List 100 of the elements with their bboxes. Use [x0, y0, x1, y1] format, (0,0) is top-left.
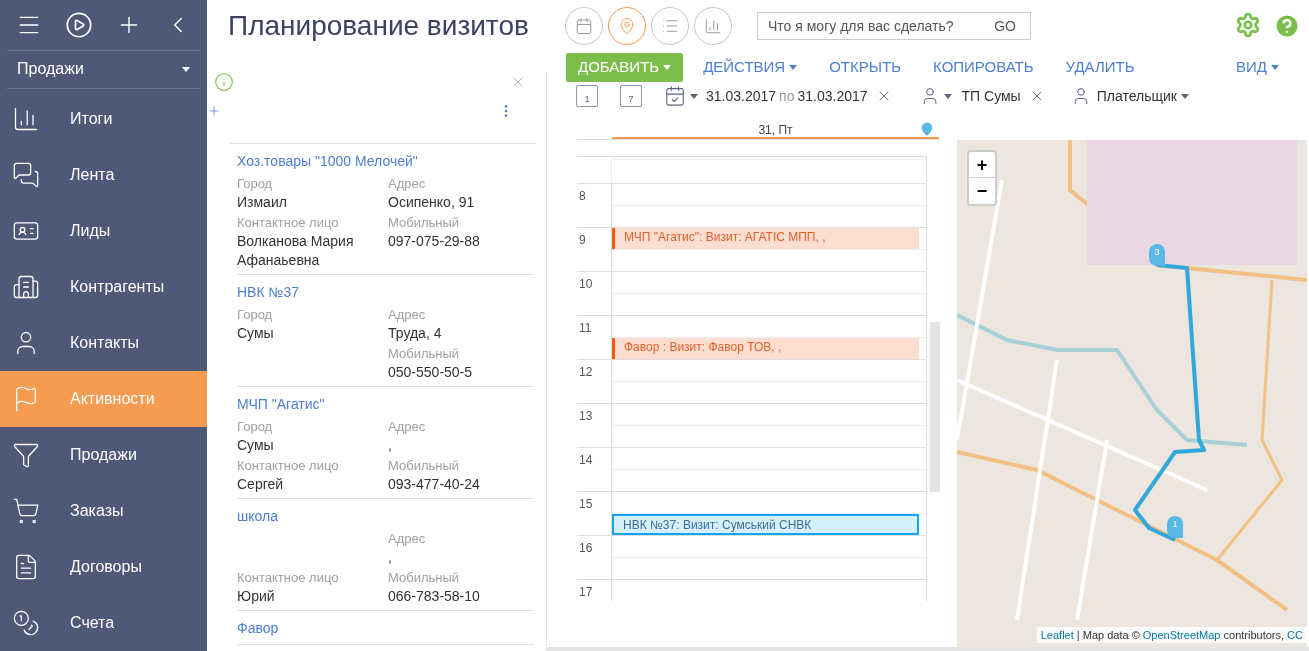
field-label: Адрес: [388, 418, 427, 436]
cart-icon: [12, 497, 40, 525]
account-link[interactable]: Хоз.товары "1000 Мелочей": [237, 150, 534, 172]
attribution-link[interactable]: OpenStreetMap: [1142, 628, 1221, 641]
view-menu[interactable]: ВИД: [1236, 55, 1279, 79]
field-label: Адрес: [388, 530, 427, 548]
field-value: Сергей: [237, 475, 285, 494]
nav-item[interactable]: Договоры: [0, 539, 207, 595]
nav-item[interactable]: Итоги: [0, 91, 207, 147]
caret-icon: [789, 64, 798, 70]
page-title: Планирование визитов: [228, 9, 530, 43]
funnel-icon: [12, 441, 40, 469]
go-button[interactable]: GO: [990, 15, 1020, 37]
actions-menu[interactable]: ДЕЙСТВИЯ: [703, 55, 798, 79]
field-value: Волканова Мария Афанаьевна: [237, 232, 355, 270]
view-toggle[interactable]: [651, 7, 689, 45]
caret-icon: [1180, 94, 1189, 100]
caret-icon: [943, 94, 952, 100]
account-link[interactable]: школа: [237, 505, 534, 527]
hour-label: 17: [578, 584, 594, 601]
nav-item[interactable]: Продажи: [0, 427, 207, 483]
field-label: Мобильный: [388, 457, 461, 475]
field-label: Адрес: [388, 306, 427, 324]
account-link[interactable]: Фавор: [237, 617, 534, 639]
date-separator: по: [779, 86, 795, 106]
zoom-out-button[interactable]: −: [969, 178, 995, 204]
field-label: Город: [237, 418, 274, 436]
nav-item[interactable]: Контрагенты: [0, 259, 207, 315]
settings-icon[interactable]: [1235, 12, 1261, 38]
hour-label: 15: [578, 496, 594, 513]
field-label: Контактное лицо: [237, 569, 340, 587]
nav-item[interactable]: Заказы: [0, 483, 207, 539]
hour-label: 13: [578, 408, 594, 425]
map-pin-icon[interactable]: [920, 122, 934, 136]
bar-chart-icon: [12, 105, 40, 133]
nav-item[interactable]: Лиды: [0, 203, 207, 259]
field-label: Адрес: [388, 175, 427, 193]
list-icon: [661, 17, 679, 35]
calendar-icon: [575, 17, 593, 35]
search-field[interactable]: Что я могу для вас сделать? GO: [757, 12, 1031, 40]
field-value: ,: [388, 548, 393, 567]
toolbar-link[interactable]: УДАЛИТЬ: [1065, 55, 1135, 79]
account-link[interactable]: МЧП "Агатис": [237, 393, 534, 415]
workplace-dropdown[interactable]: Продажи: [7, 50, 200, 88]
field-value: 066-783-58-10: [388, 587, 481, 606]
play-icon[interactable]: [65, 10, 93, 39]
account-link[interactable]: НВК №37: [237, 281, 534, 303]
date-from: 31.03.2017: [706, 86, 777, 106]
owner-filter: ТП Сумы: [961, 86, 1021, 106]
field-value: 093-477-40-24: [388, 475, 481, 494]
help-icon[interactable]: [1273, 12, 1301, 40]
field-value: Измаил: [237, 193, 288, 212]
coins-icon: [12, 609, 40, 637]
map-attribution: Leaflet | Map data © OpenStreetMap contributors, CC: [1036, 626, 1307, 643]
field-value: Сумы: [237, 324, 275, 343]
toolbar-link[interactable]: ОТКРЫТЬ: [829, 55, 902, 79]
time-slot[interactable]: [611, 159, 926, 183]
toolbar-link[interactable]: КОПИРОВАТЬ: [933, 55, 1034, 79]
payer-filter[interactable]: Плательщик: [1096, 85, 1189, 107]
field-value: Осипенко, 91: [388, 193, 476, 212]
nav-item[interactable]: Контакты: [0, 315, 207, 371]
field-label: Мобильный: [388, 569, 461, 587]
field-value: Юрий: [237, 587, 276, 606]
hour-label: 16: [578, 540, 594, 557]
calendar-check-icon[interactable]: [664, 85, 686, 107]
hour-label: 11: [578, 320, 593, 337]
chat-icon: [12, 161, 40, 189]
building-icon: [12, 273, 40, 301]
field-label: Город: [237, 175, 274, 193]
scrollbar-thumb[interactable]: [930, 322, 940, 492]
nav-item[interactable]: Счета: [0, 595, 207, 651]
visit-event[interactable]: Фавор : Визит: Фавор ТОВ, ,: [612, 338, 919, 359]
zoom-in-button[interactable]: +: [969, 152, 995, 178]
bar-chart-icon: [704, 17, 722, 35]
field-value: ,: [388, 436, 393, 455]
caret-icon: [663, 64, 672, 70]
period-button[interactable]: 1: [576, 85, 598, 107]
field-value: Сумы: [237, 436, 275, 455]
attribution-link[interactable]: CC: [1287, 628, 1303, 641]
field-label: Мобильный: [388, 345, 461, 363]
map-pin-icon: [618, 17, 636, 35]
field-label: Мобильный: [388, 214, 461, 232]
period-button[interactable]: 7: [620, 85, 642, 107]
caret-icon: [1271, 64, 1279, 70]
date-to: 31.03.2017: [797, 86, 868, 106]
field-label: Город: [237, 306, 274, 324]
hour-label: 12: [578, 364, 594, 381]
visit-event[interactable]: МЧП "Агатис": Визит: АГАТІС МПП, ,: [612, 228, 919, 249]
field-value: 097-075-29-88: [388, 232, 481, 251]
hour-label: 14: [578, 452, 594, 469]
hour-label: 9: [578, 232, 587, 249]
caret-icon: [182, 66, 190, 72]
attribution-link[interactable]: Leaflet: [1040, 628, 1074, 641]
info-icon[interactable]: [214, 72, 234, 93]
visit-event[interactable]: НВК №37: Визит: Сумський СНВК: [612, 514, 919, 535]
field-value: 050-550-50-5: [388, 363, 474, 382]
nav-item[interactable]: Лента: [0, 147, 207, 203]
hour-label: 10: [578, 276, 594, 293]
field-label: Контактное лицо: [237, 457, 340, 475]
hour-label: 8: [578, 188, 587, 205]
